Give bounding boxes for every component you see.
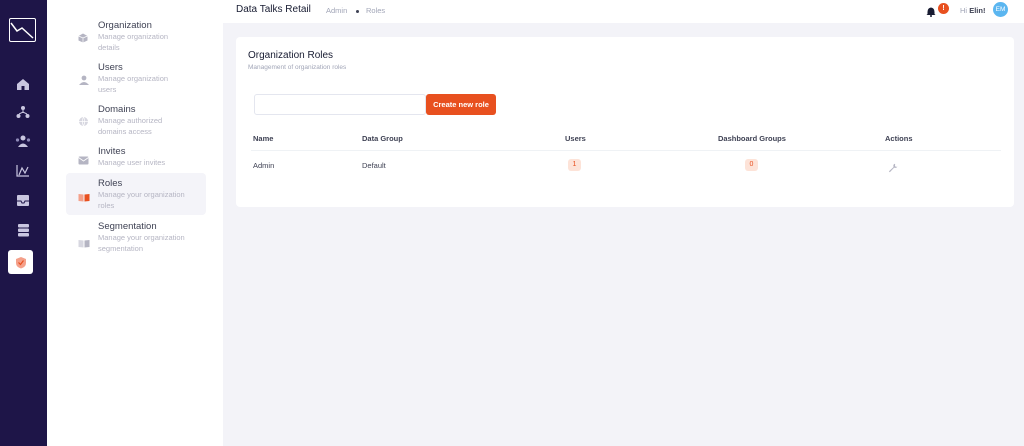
column-header-users: Users [565,134,586,143]
card-title: Organization Roles [248,50,334,61]
book-icon [78,189,90,202]
menu-item-description: Manage organization details [98,32,169,52]
users-group-icon[interactable] [12,130,34,152]
breadcrumb-separator [356,10,359,13]
globe-icon [78,114,90,127]
column-header-name: Name [253,134,274,143]
dashboard-groups-count-badge: 0 [745,159,758,171]
breadcrumb-admin[interactable]: Admin [326,6,347,15]
bell-icon[interactable] [926,4,936,17]
avatar[interactable]: EM [993,2,1008,17]
user-name: Elin! [969,6,986,15]
table-divider [251,150,1001,151]
user-greeting: Hi Elin! [960,6,985,15]
greeting-prefix: Hi [960,6,968,15]
create-role-button[interactable]: Create new role [426,94,496,115]
menu-item-description: Manage your organization roles [98,190,185,210]
card-subtitle: Management of organization roles [248,64,347,71]
menu-item-description: Manage organization users [98,74,169,94]
menu-item-title: Invites [98,146,126,157]
inbox-icon[interactable] [12,189,34,211]
column-header-dashboard-groups: Dashboard Groups [718,134,786,143]
menu-item-title: Segmentation [98,221,157,232]
menu-item-description: Manage your organization segmentation [98,233,185,253]
menu-item-domains[interactable]: Domains Manage authorized domains access [66,102,206,136]
database-icon[interactable] [12,219,34,241]
menu-item-title: Domains [98,104,136,115]
cube-icon [78,30,90,43]
hierarchy-icon[interactable] [12,101,34,123]
shield-icon[interactable] [8,250,33,274]
cell-data-group: Default [362,161,386,170]
menu-item-title: Roles [98,178,123,189]
menu-item-title: Organization [98,20,152,31]
breadcrumb-roles: Roles [366,6,386,15]
app-rail [0,0,47,446]
app-name: Data Talks Retail [236,4,311,15]
wrench-icon[interactable] [888,160,898,173]
analytics-icon[interactable] [12,159,34,181]
menu-item-users[interactable]: Users Manage organization users [66,60,206,94]
menu-item-segmentation[interactable]: Segmentation Manage your organization se… [66,219,206,265]
roles-card: Organization Roles Management of organiz… [236,37,1014,207]
column-header-data-group: Data Group [362,134,403,143]
user-icon [78,72,90,85]
book-icon [78,235,90,248]
home-icon[interactable] [12,73,34,95]
search-input[interactable] [254,94,426,115]
menu-item-description: Manage user invites [98,158,166,167]
notification-badge[interactable]: ! [938,3,949,14]
menu-item-roles[interactable]: Roles Manage your organization roles [66,173,206,215]
menu-item-organization[interactable]: Organization Manage organization details [66,18,206,52]
app-logo-icon[interactable] [9,18,36,42]
menu-item-title: Users [98,62,123,73]
menu-item-invites[interactable]: Invites Manage user invites [66,144,206,170]
top-header: Data Talks Retail Admin Roles ! Hi Elin!… [223,0,1024,23]
column-header-actions: Actions [885,134,913,143]
settings-menu: Organization Manage organization details… [47,0,223,446]
menu-item-description: Manage authorized domains access [98,116,163,136]
users-count-badge: 1 [568,159,581,171]
cell-name: Admin [253,161,275,170]
envelope-icon [78,152,90,165]
